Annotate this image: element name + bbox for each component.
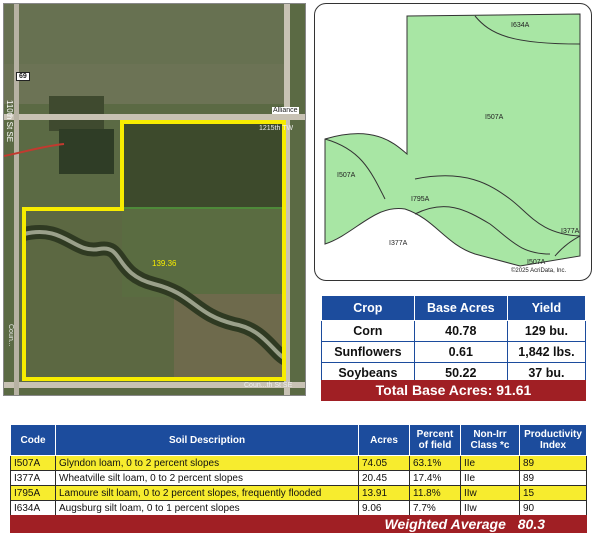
soil-description-header: Soil Description: [55, 424, 359, 456]
percent-cell: 7.7%: [409, 500, 461, 516]
soil-label-3: I507A: [337, 172, 356, 179]
soil-table: Code Soil Description Acres Percent of f…: [10, 424, 587, 516]
productivity-cell: 15: [519, 485, 587, 501]
code-cell: I795A: [10, 485, 56, 501]
soil-table-header: Code Soil Description Acres Percent of f…: [10, 424, 587, 456]
base-acres-cell: 40.78: [413, 320, 508, 342]
acres-cell: 20.45: [358, 470, 410, 486]
acres-cell: 13.91: [358, 485, 410, 501]
crop-header: Crop: [321, 295, 415, 321]
percent-cell: 11.8%: [409, 485, 461, 501]
percent-cell: 63.1%: [409, 455, 461, 471]
soil-map-image: [324, 13, 581, 267]
class-cell: IIe: [460, 455, 520, 471]
crop-cell: Sunflowers: [321, 341, 415, 363]
weighted-average-bar: Weighted Average 80.3: [10, 515, 587, 533]
crop-table-header: Crop Base Acres Yield: [321, 295, 587, 321]
description-cell: Glyndon loam, 0 to 2 percent slopes: [55, 455, 359, 471]
soil-label-5: I377A: [389, 240, 408, 247]
road-label-left: 110th St SE: [5, 100, 14, 143]
table-row: I507A Glyndon loam, 0 to 2 percent slope…: [10, 455, 587, 471]
description-cell: Augsburg silt loam, 0 to 1 percent slope…: [55, 500, 359, 516]
weighted-average-label: Weighted Average: [384, 516, 506, 532]
table-row: I795A Lamoure silt loam, 0 to 2 percent …: [10, 485, 587, 501]
aerial-image: [4, 4, 305, 395]
crop-cell: Corn: [321, 320, 415, 342]
class-cell: IIw: [460, 485, 520, 501]
productivity-cell: 90: [519, 500, 587, 516]
acres-header: Acres: [358, 424, 410, 456]
yield-cell: 129 bu.: [506, 320, 587, 342]
code-cell: I507A: [10, 455, 56, 471]
productivity-cell: 89: [519, 455, 587, 471]
code-cell: I377A: [10, 470, 56, 486]
acres-cell: 74.05: [358, 455, 410, 471]
weighted-average-value: 80.3: [517, 516, 545, 532]
road-badge: 69: [16, 72, 30, 81]
road-label-tw: 1215th TW: [259, 125, 294, 132]
soil-label-4: I795A: [411, 196, 430, 203]
yield-cell: 1,842 lbs.: [506, 341, 587, 363]
soil-label-6: I377A: [561, 228, 580, 235]
acres-cell: 9.06: [358, 500, 410, 516]
table-row: Sunflowers 0.61 1,842 lbs.: [321, 341, 587, 363]
soil-label-7: I507A: [527, 259, 546, 266]
field-acres-label: 139.36: [152, 259, 177, 268]
description-cell: Lamoure silt loam, 0 to 2 percent slopes…: [55, 485, 359, 501]
crop-table: Crop Base Acres Yield Corn 40.78 129 bu.…: [321, 295, 587, 384]
road-label-bottom: Coun...th St SE: [244, 382, 293, 389]
soil-label-2: I507A: [485, 114, 504, 121]
road-label-left-bottom: Coun...: [7, 324, 14, 347]
code-header: Code: [10, 424, 56, 456]
percent-header: Percent of field: [409, 424, 461, 456]
productivity-cell: 89: [519, 470, 587, 486]
total-base-acres: Total Base Acres: 91.61: [321, 380, 586, 401]
table-row: I377A Wheatville silt loam, 0 to 2 perce…: [10, 470, 587, 486]
road-label-alliance: Alliance: [272, 107, 299, 114]
table-row: I634A Augsburg silt loam, 0 to 1 percent…: [10, 500, 587, 516]
soil-label-1: I634A: [511, 22, 530, 29]
table-row: Corn 40.78 129 bu.: [321, 320, 587, 342]
percent-cell: 17.4%: [409, 470, 461, 486]
description-cell: Wheatville silt loam, 0 to 2 percent slo…: [55, 470, 359, 486]
code-cell: I634A: [10, 500, 56, 516]
aerial-photo: 69 110th St SE Alliance 1215th TW 139.36…: [3, 3, 306, 396]
class-cell: IIw: [460, 500, 520, 516]
base-acres-cell: 0.61: [413, 341, 508, 363]
yield-header: Yield: [506, 295, 587, 321]
soil-map: I634A I507A I507A I795A I377A I377A I507…: [314, 3, 592, 281]
soil-map-copyright: ©2025 AcriData, Inc.: [511, 268, 567, 274]
class-header: Non-Irr Class *c: [460, 424, 520, 456]
productivity-header: Productivity Index: [519, 424, 587, 456]
base-acres-header: Base Acres: [413, 295, 508, 321]
class-cell: IIe: [460, 470, 520, 486]
